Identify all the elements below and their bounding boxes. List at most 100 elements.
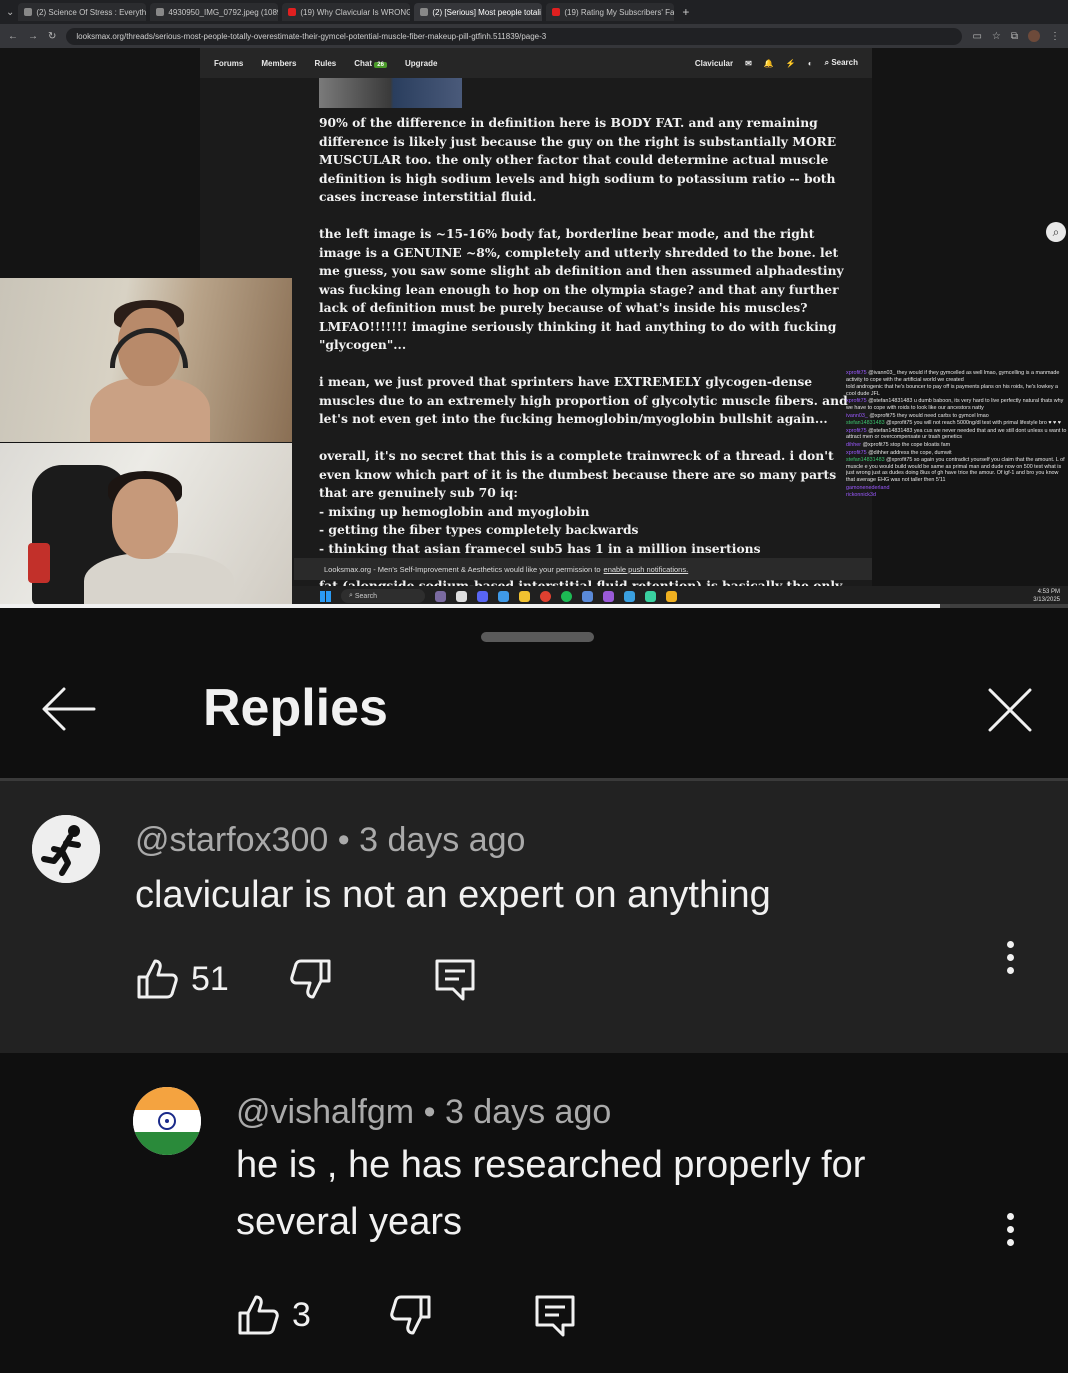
browser-tab[interactable]: (2) Science Of Stress : Everythin× — [18, 3, 147, 21]
reply-icon[interactable] — [433, 957, 477, 1001]
upgrade-link[interactable]: Upgrade — [405, 59, 437, 68]
chat-username: xprofit75 — [846, 398, 867, 405]
search-icon: ⌕ — [824, 58, 830, 67]
tab-label: (2) Science Of Stress : Everythin — [36, 7, 147, 17]
chat-label: Chat — [354, 58, 373, 68]
push-notification-banner: Looksmax.org - Men's Self-Improvement & … — [294, 558, 872, 580]
post-paragraph: overall, it's no secret that this is a c… — [319, 448, 837, 500]
taskbar-app-icon[interactable] — [456, 590, 467, 602]
notification-text: Looksmax.org - Men's Self-Improvement & … — [324, 564, 601, 574]
inbox-icon[interactable]: ✉ — [745, 59, 752, 68]
comment-age: 3 days ago — [359, 821, 526, 859]
chat-message: ivann03_ @xprofit75 they would need carb… — [846, 413, 1068, 420]
post-paragraph: i mean, we just proved that sprinters ha… — [319, 374, 848, 426]
forum-nav-bar: Forums Members Rules Chat 26 Upgrade Cla… — [200, 48, 872, 78]
like-count: 51 — [191, 959, 229, 998]
folder-icon[interactable] — [519, 590, 530, 602]
browser-tab[interactable]: (19) Why Clavicular Is WRONG× — [282, 3, 411, 21]
close-icon[interactable] — [986, 686, 1034, 734]
chat-link[interactable]: Chat 26 — [354, 59, 387, 68]
back-arrow-icon[interactable] — [40, 684, 96, 734]
cast-icon[interactable]: ▭ — [972, 31, 981, 42]
taskbar-search[interactable]: ⌕ Search — [341, 589, 425, 603]
taskbar-app-icon[interactable] — [624, 590, 635, 602]
taskbar-app-icon[interactable] — [582, 590, 593, 602]
chat-username: xprofit75 — [846, 449, 867, 456]
star-icon[interactable]: ☆ — [992, 31, 1001, 42]
search-link[interactable]: ⌕ Search — [825, 58, 858, 68]
bolt-icon[interactable]: ⚡ — [786, 59, 796, 68]
enable-notifications-link[interactable]: enable push notifications. — [604, 565, 689, 574]
chrome-icon[interactable] — [540, 590, 551, 602]
reload-icon[interactable]: ↻ — [48, 31, 56, 42]
reply-icon[interactable] — [533, 1293, 577, 1337]
post-body: 90% of the difference in definition here… — [319, 114, 859, 608]
comment-meta: @starfox300 • 3 days ago — [135, 821, 525, 860]
url-field[interactable]: looksmax.org/threads/serious-most-people… — [66, 27, 963, 45]
forward-icon[interactable]: → — [28, 31, 38, 42]
alerts-icon[interactable]: 🔔 — [764, 59, 774, 68]
members-link[interactable]: Members — [261, 59, 296, 68]
tab-label: 4930950_IMG_0792.jpeg (1089 — [168, 7, 279, 17]
back-icon[interactable]: ← — [8, 31, 18, 42]
thumb-down-icon[interactable] — [389, 1293, 433, 1337]
chat-text: @stefan14831483 u dumb baboon, its very … — [846, 398, 1064, 411]
taskbar-app-icon[interactable] — [603, 590, 614, 602]
taskbar-clock[interactable]: 4:53 PM 3/13/2025 — [1033, 588, 1068, 604]
new-tab-icon[interactable]: + — [682, 5, 689, 19]
extensions-icon[interactable]: ⧉ — [1011, 31, 1018, 42]
tab-menu-icon[interactable]: ⌄ — [6, 7, 14, 18]
reply-comment: @vishalfgm • 3 days ago he is , he has r… — [0, 1053, 1068, 1373]
avatar[interactable] — [133, 1087, 201, 1155]
warning-icon[interactable] — [666, 590, 677, 602]
taskbar-app-icon[interactable] — [645, 590, 656, 602]
more-vert-icon[interactable] — [1004, 941, 1016, 981]
taskbar-app-icon[interactable] — [498, 590, 509, 602]
tab-label: (19) Rating My Subscribers' Fa — [564, 7, 675, 17]
comment-author[interactable]: @starfox300 — [135, 821, 328, 859]
browser-tab[interactable]: 4930950_IMG_0792.jpeg (1089× — [150, 3, 279, 21]
video-player[interactable]: ⌄ (2) Science Of Stress : Everythin× 493… — [0, 0, 1068, 608]
clock-date: 3/13/2025 — [1033, 597, 1060, 603]
chat-username: stefan14831483 — [846, 457, 885, 464]
rules-link[interactable]: Rules — [314, 59, 336, 68]
thumb-up-icon[interactable] — [236, 1293, 280, 1337]
sheet-drag-handle[interactable] — [481, 632, 594, 642]
chat-message: told androgenic that he's bouncer to pay… — [846, 384, 1068, 397]
chat-message: rickonnick3d — [846, 492, 1068, 499]
post-image-thumbnails[interactable] — [319, 78, 462, 108]
like-count: 3 — [292, 1295, 311, 1334]
avatar[interactable] — [32, 815, 100, 883]
thumb-up-icon[interactable] — [135, 957, 179, 1001]
stream-chat-overlay: xprofit75 @ivann03_ they would if they g… — [846, 370, 1068, 602]
clock-time: 4:53 PM — [1037, 589, 1060, 595]
discord-icon[interactable] — [477, 590, 488, 602]
user-link[interactable]: Clavicular — [695, 59, 733, 68]
chat-username: xprofit75 — [846, 427, 867, 434]
zoom-icon[interactable]: ⌕ — [1046, 222, 1066, 242]
browser-tab[interactable]: (19) Rating My Subscribers' Fa× — [546, 3, 675, 21]
chat-username: gamonenederland — [846, 484, 890, 491]
chat-text: @ivann03_ they would if they gymcelled a… — [846, 370, 1060, 383]
taskbar-app-icon[interactable] — [435, 590, 446, 602]
chat-username: stefan14831483 — [846, 420, 885, 427]
person-head — [112, 479, 178, 559]
meta-separator: • — [337, 821, 350, 859]
browser-tab-active[interactable]: (2) [Serious] Most people totali× — [414, 3, 543, 21]
spotify-icon[interactable] — [561, 590, 572, 602]
chat-badge: 26 — [374, 61, 387, 68]
forums-link[interactable]: Forums — [214, 59, 243, 68]
more-vert-icon[interactable] — [1004, 1213, 1016, 1253]
theme-toggle-icon[interactable]: ◐ — [808, 59, 813, 68]
runner-avatar-icon — [32, 815, 100, 883]
thumb-down-icon[interactable] — [289, 957, 333, 1001]
chat-text: @xprofit75 they would need carbs to gymc… — [869, 412, 989, 419]
chat-message: xprofit75 @dihher address the cope, dumw… — [846, 450, 1068, 457]
browser-menu-icon[interactable]: ⋮ — [1050, 31, 1060, 42]
profile-avatar[interactable] — [1028, 30, 1040, 42]
post-paragraph: 90% of the difference in definition here… — [319, 115, 837, 204]
chat-message: stefan14831483 @xprofit75 you will not r… — [846, 420, 1068, 427]
windows-start-icon[interactable] — [320, 590, 331, 602]
chat-message: stefan14831483 @xprofit75 so again you c… — [846, 457, 1068, 483]
comment-author[interactable]: @vishalfgm — [236, 1093, 414, 1131]
